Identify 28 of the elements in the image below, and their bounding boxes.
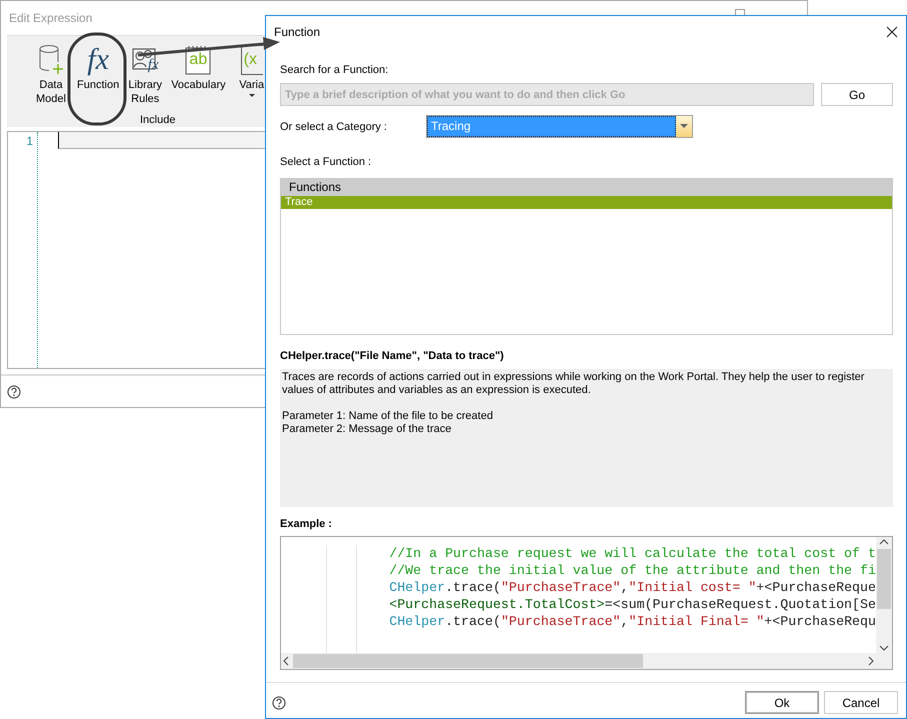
group-label: Include [140,114,176,126]
code-line: //We trace the initial value of the attribute and then the fi [389,562,876,579]
ribbon-button[interactable]: fx Function [75,42,122,106]
search-field[interactable]: Type a brief description of what you want to do and then click Go [280,83,814,106]
category-label: Or select a Category : [280,120,388,132]
go-button[interactable]: Go [821,83,893,106]
description-text: Parameter 1: Name of the file to be created [282,410,494,423]
ab-symbol: ab [189,51,208,69]
dialog-button[interactable]: Ok [745,691,819,714]
description-text: Parameter 2: Message of the trace [282,423,452,436]
example-label: Example : [280,518,333,530]
ribbon-button[interactable]: Data Model [28,42,74,106]
ribbon-button[interactable]: ab Vocabulary [169,42,228,106]
function-signature: CHelper.trace("File Name", "Data to trace") [280,350,505,362]
fx-symbol: fx [87,45,109,75]
dialog-title: Function [274,25,320,39]
column-header: Functions [281,179,892,196]
code-line: CHelper.trace("PurchaseTrace","Initial cost= "+<PurchaseReque [389,579,876,596]
search-label: Search for a Function: [280,64,390,76]
description-text: Traces are records of actions carried out in expressions while working on the Work Portal. They help the user to register values of attributes and variables as an expression is executed. [282,371,866,397]
code-line: <PurchaseRequest.TotalCost>=<sum(PurchaseRequest.Quotation[Se [389,596,876,613]
window-title: Edit Expression [9,11,92,25]
function-label: Select a Function : [280,156,372,168]
x-symbol: (x [244,51,257,69]
dialog-button[interactable]: Cancel [824,691,898,714]
code-line: CHelper.trace("PurchaseTrace","Initial Final= "+<PurchaseRequ [389,613,876,630]
line-number: 1 [25,134,33,148]
code-line: //In a Purchase request we will calculate the total cost of t [389,545,876,562]
